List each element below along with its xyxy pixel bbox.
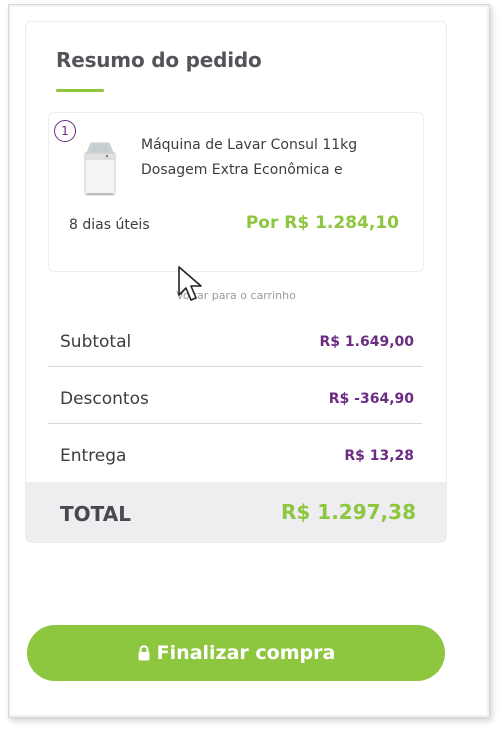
washing-machine-icon <box>84 142 116 196</box>
discounts-row: Descontos R$ -364,90 <box>48 375 422 424</box>
summary-title: Resumo do pedido <box>56 48 262 72</box>
checkout-panel: Resumo do pedido 1 Máquina de Lavar Cons… <box>11 7 487 715</box>
quantity-badge: 1 <box>54 120 76 142</box>
product-name[interactable]: Máquina de Lavar Consul 11kg Dosagem Ext… <box>141 133 411 183</box>
back-to-cart-link[interactable]: Voltar para o carrinho <box>26 289 446 302</box>
discounts-value: R$ -364,90 <box>328 391 414 407</box>
total-value: R$ 1.297,38 <box>281 500 416 524</box>
total-row: TOTAL R$ 1.297,38 <box>26 482 446 542</box>
subtotal-row: Subtotal R$ 1.649,00 <box>48 318 422 367</box>
checkout-button-label: Finalizar compra <box>156 642 336 664</box>
title-underline <box>56 89 104 92</box>
page-frame: Resumo do pedido 1 Máquina de Lavar Cons… <box>8 4 490 718</box>
cart-item-card[interactable]: 1 Máquina de Lavar Consul 11kg Dosagem E… <box>48 112 424 272</box>
total-label: TOTAL <box>60 502 131 526</box>
delivery-time: 8 dias úteis <box>69 217 150 233</box>
checkout-button[interactable]: Finalizar compra <box>27 625 445 681</box>
shipping-row: Entrega R$ 13,28 <box>48 432 422 480</box>
subtotal-label: Subtotal <box>60 332 132 352</box>
discounts-label: Descontos <box>60 389 149 409</box>
mouse-pointer-icon <box>178 266 202 301</box>
lock-icon <box>138 645 150 661</box>
item-price: Por R$ 1.284,10 <box>245 213 399 233</box>
shipping-label: Entrega <box>60 446 127 466</box>
shipping-value: R$ 13,28 <box>344 448 414 464</box>
subtotal-value: R$ 1.649,00 <box>319 334 414 350</box>
order-summary-card: Resumo do pedido 1 Máquina de Lavar Cons… <box>25 21 447 543</box>
